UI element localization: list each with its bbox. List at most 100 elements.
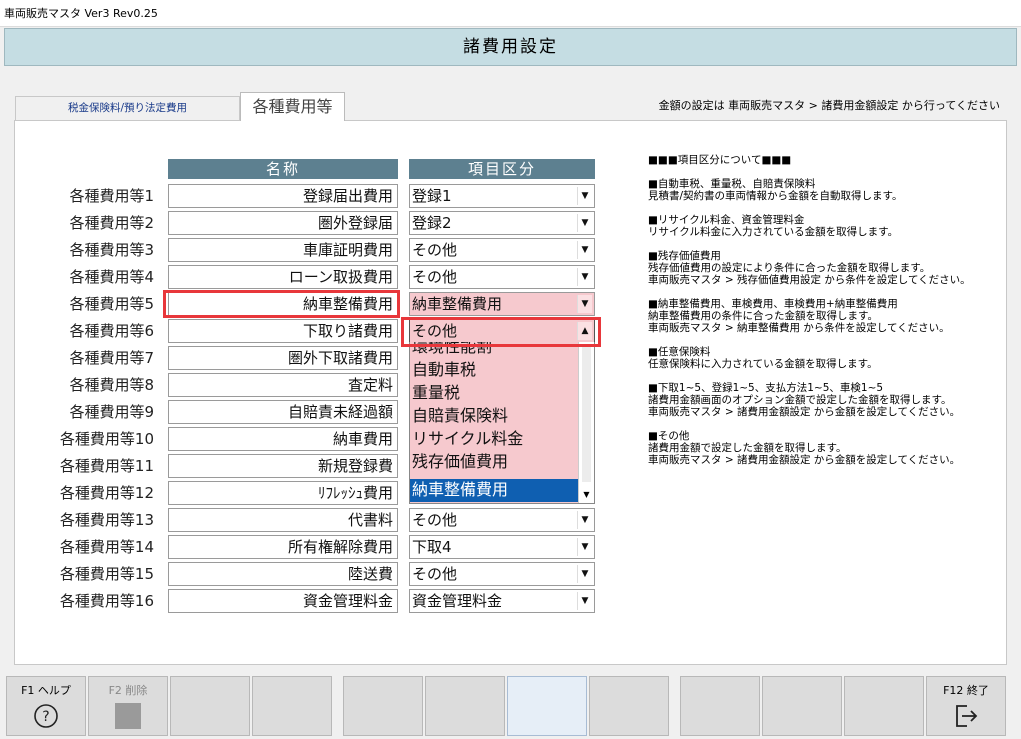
dropdown-arrow-icon[interactable]: ▼: [577, 538, 592, 556]
name-field[interactable]: 圏外登録届: [168, 211, 398, 235]
row-label: 各種費用等12: [59, 484, 154, 502]
category-select[interactable]: その他 ▼: [409, 562, 595, 586]
info-section: ■その他 諸費用金額で設定した金額を取得します。 車両販売マスタ > 諸費用金額…: [648, 430, 988, 466]
function-key-bar: F1 ヘルプ ? F2 削除 F12 終了: [4, 676, 1017, 736]
name-field[interactable]: 査定料: [168, 373, 398, 397]
f3-button[interactable]: [170, 676, 250, 736]
info-text: 残存価値費用の設定により条件に合った金額を取得します。 車両販売マスタ > 残存…: [648, 262, 971, 286]
category-select[interactable]: その他 ▼: [409, 238, 595, 262]
f2-delete-button[interactable]: F2 削除: [88, 676, 168, 736]
dropdown-arrow-icon[interactable]: ▼: [577, 214, 592, 232]
dropdown-option[interactable]: 重量税: [410, 382, 580, 405]
info-section: ■自動車税、重量税、自賠責保険料 見積書/契約書の車両情報から金額を自動取得しま…: [648, 178, 988, 202]
info-heading: ■自動車税、重量税、自賠責保険料: [648, 178, 816, 190]
name-field[interactable]: 陸送費: [168, 562, 398, 586]
category-value: その他: [412, 565, 458, 583]
row-label: 各種費用等14: [59, 538, 154, 556]
category-dropdown-list[interactable]: 環境性能割 自動車税 重量税 自賠責保険料 リサイクル料金 残存価値費用 納車整…: [409, 342, 595, 504]
info-heading: ■残存価値費用: [648, 250, 721, 262]
category-select[interactable]: 資金管理料金 ▼: [409, 589, 595, 613]
row-label: 各種費用等3: [69, 241, 154, 259]
highlight-box: [163, 290, 400, 318]
category-select[interactable]: その他 ▼: [409, 508, 595, 532]
exit-icon: [956, 705, 978, 727]
name-field[interactable]: 車庫証明費用: [168, 238, 398, 262]
name-field[interactable]: 登録届出費用: [168, 184, 398, 208]
name-field[interactable]: ﾘﾌﾚｯｼｭ費用: [168, 481, 398, 505]
info-heading: ■納車整備費用、車検費用、車検費用+納車整備費用: [648, 298, 898, 310]
name-field[interactable]: 自賠責未経過額: [168, 400, 398, 424]
category-value: その他: [412, 268, 458, 286]
info-text: 諸費用金額画面のオプション金額で設定した金額を取得します。 車両販売マスタ > …: [648, 394, 961, 418]
scroll-down-icon[interactable]: ▼: [579, 488, 594, 502]
dropdown-option[interactable]: 自賠責保険料: [410, 405, 580, 428]
name-field[interactable]: 納車費用: [168, 427, 398, 451]
dropdown-option-selected[interactable]: 納車整備費用: [410, 479, 580, 502]
f10-button[interactable]: [762, 676, 842, 736]
dropdown-arrow-icon[interactable]: ▼: [577, 268, 592, 286]
category-value: 資金管理料金: [412, 592, 503, 610]
f11-button[interactable]: [844, 676, 924, 736]
dropdown-scrollbar[interactable]: ▼: [578, 342, 594, 503]
amount-setting-note: 金額の設定は 車両販売マスタ > 諸費用金額設定 から行ってください: [658, 99, 1000, 112]
info-section: ■任意保険料 任意保険料に入力されている金額を取得します。: [648, 346, 988, 370]
f5-button[interactable]: [343, 676, 423, 736]
row-label: 各種費用等16: [59, 592, 154, 610]
name-field[interactable]: 圏外下取諸費用: [168, 346, 398, 370]
f4-button[interactable]: [252, 676, 332, 736]
row-label: 各種費用等5: [69, 295, 154, 313]
name-field[interactable]: 下取り諸費用: [168, 319, 398, 343]
row-label: 各種費用等9: [69, 403, 154, 421]
category-select[interactable]: 下取4 ▼: [409, 535, 595, 559]
row-label: 各種費用等15: [59, 565, 154, 583]
row-label: 各種費用等8: [69, 376, 154, 394]
column-header-category: 項目区分: [409, 159, 595, 179]
f6-button[interactable]: [425, 676, 505, 736]
f12-label: F12 終了: [943, 684, 989, 697]
dropdown-option[interactable]: 自動車税: [410, 359, 580, 382]
f9-button[interactable]: [680, 676, 760, 736]
info-heading: ■リサイクル料金、資金管理料金: [648, 214, 805, 226]
info-heading: ■下取1~5、登録1~5、支払方法1~5、車検1~5: [648, 382, 884, 394]
info-text: 納車整備費用の条件に合った金額を取得します。 車両販売マスタ > 納車整備費用 …: [648, 310, 950, 334]
row-label: 各種費用等10: [59, 430, 154, 448]
category-select[interactable]: 納車整備費用 ▼: [409, 292, 595, 316]
name-field[interactable]: 新規登録費: [168, 454, 398, 478]
window-titlebar: 車両販売マスタ Ver3 Rev0.25: [0, 0, 1021, 27]
delete-icon: [115, 703, 141, 729]
category-select[interactable]: 登録2 ▼: [409, 211, 595, 235]
tab-tax-insurance[interactable]: 税金保険料/預り法定費用: [15, 96, 240, 120]
f1-help-button[interactable]: F1 ヘルプ ?: [6, 676, 86, 736]
page-title: 諸費用設定: [4, 28, 1017, 66]
row-label: 各種費用等7: [69, 349, 154, 367]
category-select[interactable]: 登録1 ▼: [409, 184, 595, 208]
dropdown-arrow-icon[interactable]: ▼: [577, 241, 592, 259]
dropdown-option[interactable]: リサイクル料金: [410, 428, 580, 451]
name-field[interactable]: 資金管理料金: [168, 589, 398, 613]
scrollbar-thumb[interactable]: [582, 344, 591, 482]
info-heading: ■その他: [648, 430, 690, 442]
info-text: 任意保険料に入力されている金額を取得します。: [648, 358, 878, 370]
tab-misc-costs[interactable]: 各種費用等: [240, 92, 345, 121]
dropdown-arrow-icon[interactable]: ▼: [577, 295, 592, 313]
row-label: 各種費用等6: [69, 322, 154, 340]
name-field[interactable]: 所有権解除費用: [168, 535, 398, 559]
name-field[interactable]: 代書料: [168, 508, 398, 532]
dropdown-option[interactable]: 残存価値費用: [410, 451, 580, 474]
info-section: ■下取1~5、登録1~5、支払方法1~5、車検1~5 諸費用金額画面のオプション…: [648, 382, 988, 418]
category-value: その他: [412, 511, 458, 529]
dropdown-arrow-icon[interactable]: ▼: [577, 511, 592, 529]
name-field[interactable]: ローン取扱費用: [168, 265, 398, 289]
dropdown-arrow-icon[interactable]: ▼: [577, 592, 592, 610]
info-text: リサイクル料金に入力されている金額を取得します。: [648, 226, 899, 238]
category-select[interactable]: その他 ▼: [409, 265, 595, 289]
category-value: 登録1: [412, 187, 452, 205]
dropdown-arrow-icon[interactable]: ▼: [577, 565, 592, 583]
dropdown-arrow-icon[interactable]: ▼: [577, 187, 592, 205]
f8-button[interactable]: [589, 676, 669, 736]
category-info-panel: ■■■項目区分について■■■ ■自動車税、重量税、自賠責保険料 見積書/契約書の…: [648, 154, 988, 478]
f7-button[interactable]: [507, 676, 587, 736]
row-label: 各種費用等4: [69, 268, 154, 286]
row-label: 各種費用等11: [59, 457, 154, 475]
f12-exit-button[interactable]: F12 終了: [926, 676, 1006, 736]
